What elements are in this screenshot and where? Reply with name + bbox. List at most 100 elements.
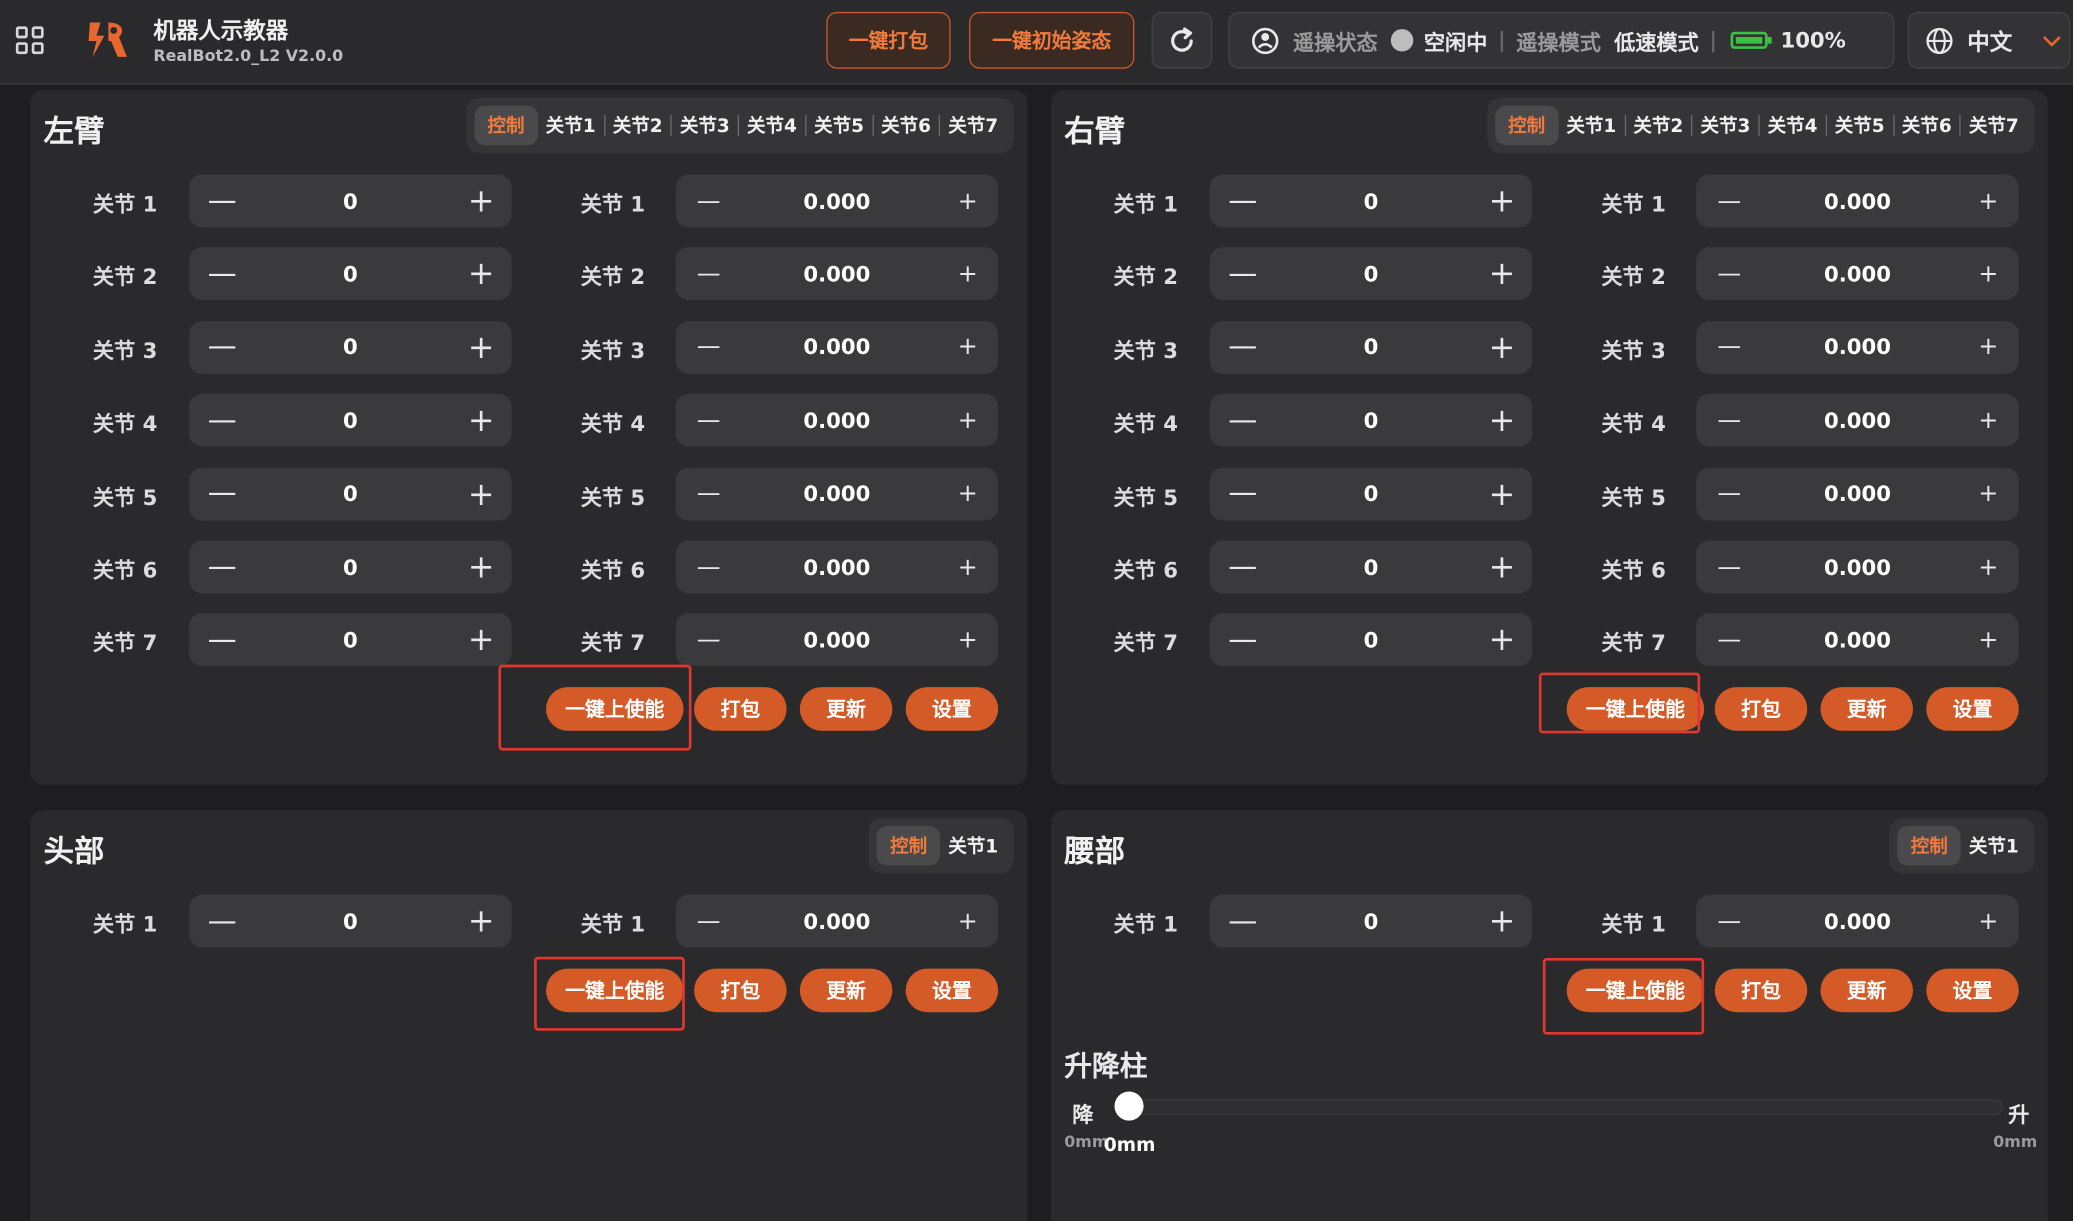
tab-joint-5[interactable]: 关节5	[1827, 106, 1893, 146]
tab-control[interactable]: 控制	[1897, 825, 1961, 866]
tab-control[interactable]: 控制	[474, 105, 538, 146]
joint-7-step-stepper[interactable]: — 0 +	[1209, 613, 1533, 667]
decrement-button[interactable]: —	[1715, 895, 1744, 948]
decrement-button[interactable]: —	[208, 895, 237, 948]
pack-button[interactable]: 打包	[694, 687, 787, 731]
tab-joint-2[interactable]: 关节2	[605, 106, 671, 146]
joint-1-step-stepper[interactable]: — 0 +	[1209, 174, 1533, 228]
increment-button[interactable]: +	[1487, 321, 1516, 374]
update-button[interactable]: 更新	[1820, 968, 1914, 1013]
increment-button[interactable]: +	[467, 540, 496, 593]
decrement-button[interactable]: —	[1715, 614, 1744, 667]
increment-button[interactable]: +	[467, 394, 496, 447]
decrement-button[interactable]: —	[1715, 321, 1744, 374]
refresh-button[interactable]	[1151, 11, 1213, 69]
decrement-button[interactable]: —	[208, 614, 237, 667]
joint-1-position-stepper[interactable]: — 0.000 +	[675, 174, 999, 228]
decrement-button[interactable]: —	[1228, 540, 1257, 593]
joint-4-position-stepper[interactable]: — 0.000 +	[1696, 394, 2019, 447]
joint-6-step-stepper[interactable]: — 0 +	[189, 540, 512, 594]
joint-1-step-stepper[interactable]: — 0 +	[189, 894, 512, 948]
joint-6-position-stepper[interactable]: — 0.000 +	[1696, 540, 2019, 594]
joint-1-step-stepper[interactable]: — 0 +	[189, 174, 512, 228]
decrement-button[interactable]: —	[1228, 394, 1257, 447]
increment-button[interactable]: +	[1974, 321, 2003, 374]
increment-button[interactable]: +	[1487, 614, 1516, 667]
increment-button[interactable]: +	[1974, 394, 2003, 447]
joint-4-step-stepper[interactable]: — 0 +	[189, 394, 512, 447]
decrement-button[interactable]: —	[1228, 248, 1257, 301]
tab-joint-3[interactable]: 关节3	[672, 106, 738, 146]
tab-joint-1[interactable]: 关节1	[538, 106, 604, 146]
decrement-button[interactable]: —	[1715, 394, 1744, 447]
increment-button[interactable]: +	[1487, 540, 1516, 593]
increment-button[interactable]: +	[953, 174, 982, 227]
increment-button[interactable]: +	[467, 248, 496, 301]
increment-button[interactable]: +	[467, 895, 496, 948]
joint-1-position-stepper[interactable]: — 0.000 +	[1696, 174, 2019, 228]
increment-button[interactable]: +	[1487, 174, 1516, 227]
settings-button[interactable]: 设置	[905, 968, 999, 1013]
decrement-button[interactable]: —	[1228, 321, 1257, 374]
joint-6-step-stepper[interactable]: — 0 +	[1209, 540, 1533, 594]
decrement-button[interactable]: —	[208, 321, 237, 374]
joint-1-step-stepper[interactable]: — 0 +	[1209, 894, 1533, 948]
joint-5-position-stepper[interactable]: — 0.000 +	[675, 467, 999, 521]
joint-6-position-stepper[interactable]: — 0.000 +	[675, 540, 999, 594]
tab-joint-5[interactable]: 关节5	[806, 106, 872, 146]
increment-button[interactable]: +	[467, 174, 496, 227]
decrement-button[interactable]: —	[208, 540, 237, 593]
decrement-button[interactable]: —	[694, 248, 723, 301]
increment-button[interactable]: +	[467, 614, 496, 667]
joint-7-position-stepper[interactable]: — 0.000 +	[1696, 613, 2019, 667]
joint-1-position-stepper[interactable]: — 0.000 +	[675, 894, 999, 948]
joint-3-position-stepper[interactable]: — 0.000 +	[1696, 320, 2019, 374]
pack-button[interactable]: 打包	[694, 968, 787, 1013]
decrement-button[interactable]: —	[208, 174, 237, 227]
joint-5-step-stepper[interactable]: — 0 +	[189, 467, 512, 521]
decrement-button[interactable]: —	[694, 174, 723, 227]
decrement-button[interactable]: —	[694, 467, 723, 520]
joint-2-step-stepper[interactable]: — 0 +	[189, 247, 512, 301]
tab-control[interactable]: 控制	[876, 825, 941, 866]
decrement-button[interactable]: —	[1715, 540, 1744, 593]
decrement-button[interactable]: —	[694, 614, 723, 667]
decrement-button[interactable]: —	[1715, 467, 1744, 520]
tab-joint-7[interactable]: 关节7	[1961, 106, 2027, 146]
tab-joint-4[interactable]: 关节4	[1760, 106, 1826, 146]
decrement-button[interactable]: —	[1228, 614, 1257, 667]
increment-button[interactable]: +	[1974, 895, 2003, 948]
joint-2-position-stepper[interactable]: — 0.000 +	[675, 247, 999, 301]
tab-joint-6[interactable]: 关节6	[1894, 106, 1960, 146]
joint-5-position-stepper[interactable]: — 0.000 +	[1696, 467, 2019, 521]
update-button[interactable]: 更新	[1820, 687, 1914, 731]
decrement-button[interactable]: —	[694, 321, 723, 374]
update-button[interactable]: 更新	[799, 687, 893, 731]
increment-button[interactable]: +	[953, 467, 982, 520]
tab-joint-7[interactable]: 关节7	[940, 106, 1006, 146]
increment-button[interactable]: +	[1487, 248, 1516, 301]
increment-button[interactable]: +	[953, 895, 982, 948]
joint-4-step-stepper[interactable]: — 0 +	[1209, 394, 1533, 447]
decrement-button[interactable]: —	[1228, 467, 1257, 520]
joint-5-step-stepper[interactable]: — 0 +	[1209, 467, 1533, 521]
decrement-button[interactable]: —	[694, 895, 723, 948]
joint-7-position-stepper[interactable]: — 0.000 +	[675, 613, 999, 667]
increment-button[interactable]: +	[1487, 394, 1516, 447]
decrement-button[interactable]: —	[1228, 895, 1257, 948]
language-selector[interactable]: 中文	[1907, 11, 2071, 69]
joint-3-step-stepper[interactable]: — 0 +	[189, 320, 512, 374]
joint-3-step-stepper[interactable]: — 0 +	[1209, 320, 1533, 374]
decrement-button[interactable]: —	[694, 394, 723, 447]
settings-button[interactable]: 设置	[1926, 687, 2019, 731]
pack-button[interactable]: 打包	[1714, 968, 1808, 1013]
tab-joint-1[interactable]: 关节1	[1961, 826, 2027, 866]
pack-button[interactable]: 打包	[1714, 687, 1808, 731]
tab-joint-3[interactable]: 关节3	[1693, 106, 1759, 146]
increment-button[interactable]: +	[1487, 895, 1516, 948]
tab-joint-2[interactable]: 关节2	[1625, 106, 1691, 146]
increment-button[interactable]: +	[953, 614, 982, 667]
tab-joint-1[interactable]: 关节1	[940, 826, 1006, 866]
increment-button[interactable]: +	[467, 321, 496, 374]
increment-button[interactable]: +	[1974, 248, 2003, 301]
